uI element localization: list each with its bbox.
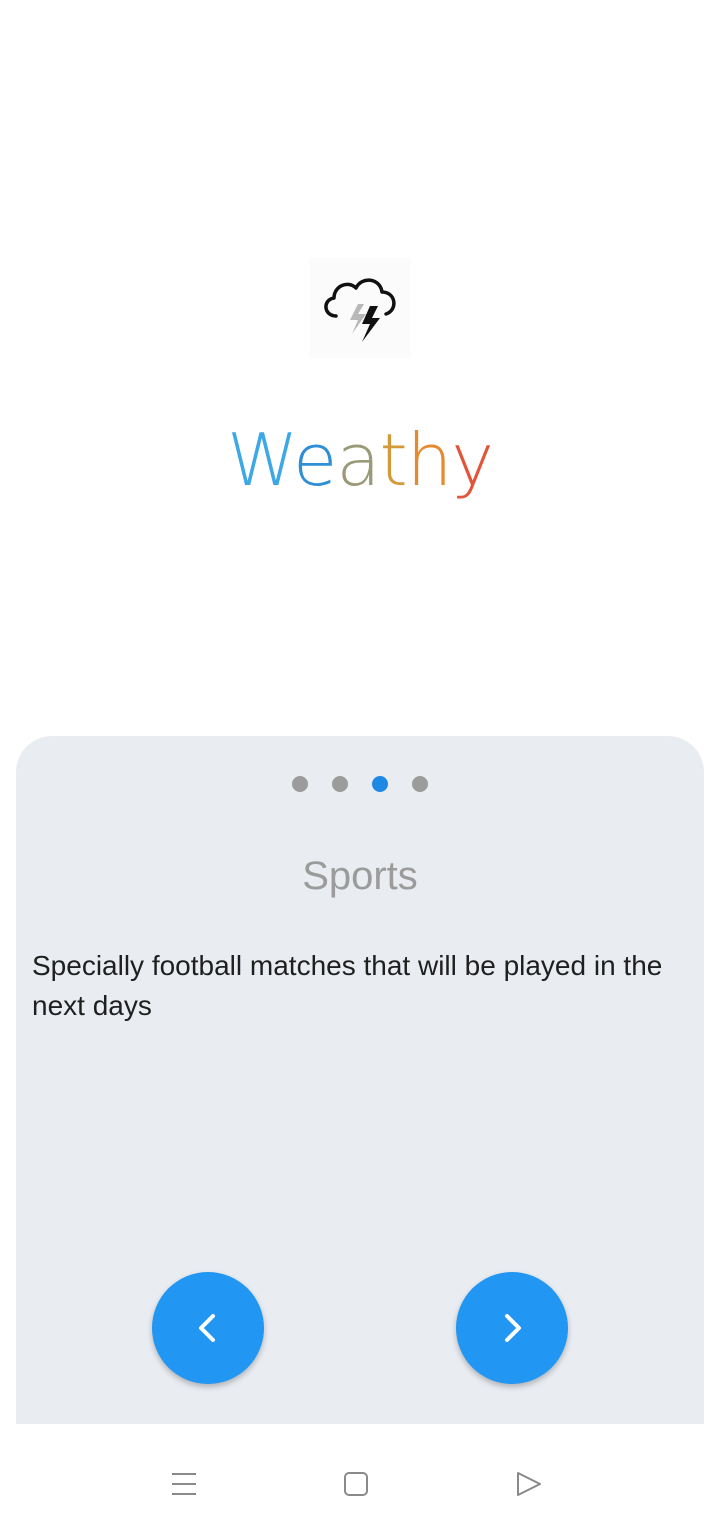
- slide-description: Specially football matches that will be …: [32, 950, 663, 1021]
- app-name-letter: h: [406, 418, 453, 502]
- system-navigation-bar: [0, 1424, 720, 1528]
- chevron-right-icon: [505, 1314, 521, 1342]
- back-button[interactable]: [498, 1454, 558, 1514]
- menu-button[interactable]: [154, 1454, 214, 1514]
- home-icon: [344, 1472, 368, 1496]
- onboarding-card: Sports Specially football matches that w…: [16, 736, 704, 1424]
- page-indicator[interactable]: [16, 776, 704, 792]
- app-name: Weathy: [0, 412, 720, 508]
- slide-title: Sports: [302, 854, 418, 898]
- page-dot[interactable]: [292, 776, 308, 792]
- page-dot[interactable]: [332, 776, 348, 792]
- onboarding-screen: Weathy Sports Specially football matches…: [0, 0, 720, 1528]
- app-name-letter: e: [293, 418, 337, 502]
- menu-icon: [172, 1473, 196, 1495]
- page-dot-active[interactable]: [372, 776, 388, 792]
- app-name-letter: a: [336, 418, 380, 502]
- home-button[interactable]: [326, 1454, 386, 1514]
- page-dot[interactable]: [412, 776, 428, 792]
- app-name-letter: t: [379, 418, 407, 502]
- previous-button[interactable]: [152, 1272, 264, 1384]
- app-name-letter: W: [227, 418, 294, 502]
- app-name-letter: y: [451, 418, 494, 502]
- thunderstorm-cloud-icon: [310, 258, 410, 358]
- chevron-left-icon: [199, 1314, 215, 1342]
- next-button[interactable]: [456, 1272, 568, 1384]
- back-icon: [517, 1472, 541, 1496]
